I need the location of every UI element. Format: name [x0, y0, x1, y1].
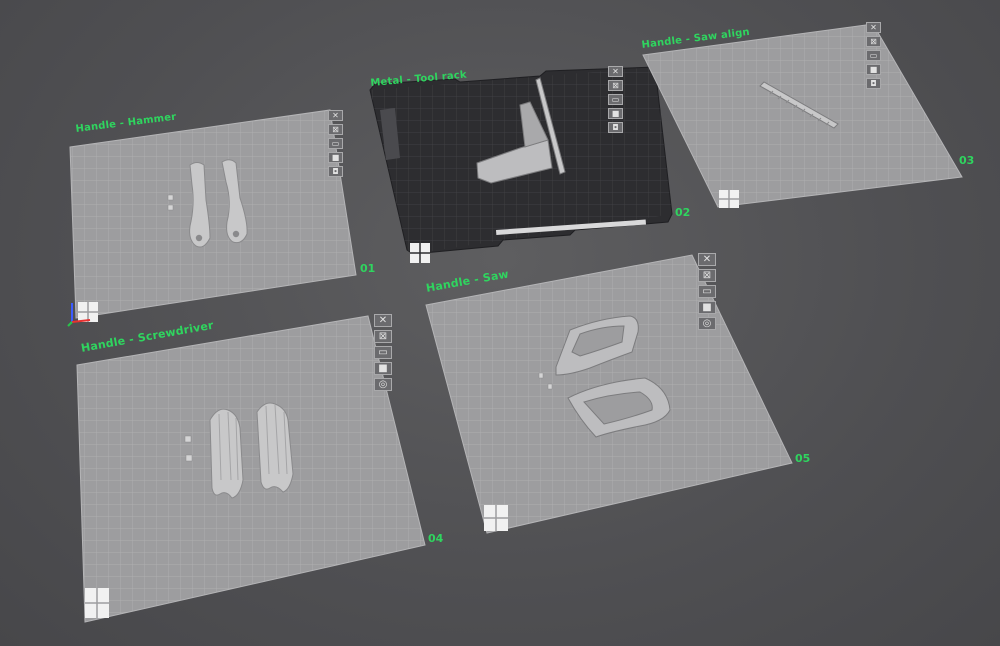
orient-icon: ▭ — [702, 285, 712, 297]
plate-settings-button[interactable]: ◎ — [698, 317, 716, 330]
settings-icon: ◘ — [612, 122, 619, 132]
plate-settings-button[interactable]: ◘ — [608, 122, 623, 133]
lock-plate-button[interactable]: ■ — [608, 108, 623, 119]
settings-icon: ◎ — [702, 317, 712, 329]
close-icon: ✕ — [378, 314, 388, 326]
lock-plate-button[interactable]: ■ — [328, 152, 343, 163]
logo-tile-03 — [719, 190, 739, 208]
plate-03[interactable] — [642, 23, 963, 208]
plate-toolbar-04: ✕ ⊠ ▭ ■ ◎ — [374, 314, 392, 391]
plate-04[interactable] — [76, 315, 426, 623]
settings-icon: ◘ — [870, 78, 877, 88]
orient-icon: ▭ — [331, 138, 340, 148]
arrange-plate-button[interactable]: ⊠ — [608, 80, 623, 91]
orient-plate-button[interactable]: ▭ — [698, 285, 716, 298]
arrange-plate-button[interactable]: ⊠ — [698, 269, 716, 282]
arrange-icon: ⊠ — [332, 124, 339, 134]
orient-plate-button[interactable]: ▭ — [374, 346, 392, 359]
lock-plate-button[interactable]: ■ — [374, 362, 392, 375]
lock-plate-button[interactable]: ■ — [698, 301, 716, 314]
plate-number-03: 03 — [959, 154, 975, 167]
plate-settings-button[interactable]: ◎ — [374, 378, 392, 391]
model-small-part[interactable] — [184, 435, 192, 443]
orient-icon: ▭ — [869, 50, 878, 60]
lock-icon: ■ — [378, 362, 388, 374]
model-small-part[interactable] — [547, 383, 553, 390]
lock-plate-button[interactable]: ■ — [866, 64, 881, 75]
plate-toolbar-02: ✕ ⊠ ▭ ■ ◘ — [608, 66, 623, 133]
plate-number-04: 04 — [428, 532, 444, 545]
orient-plate-button[interactable]: ▭ — [608, 94, 623, 105]
logo-tile-01 — [78, 302, 98, 322]
plate-number-01: 01 — [360, 262, 376, 275]
plate-settings-button[interactable]: ◘ — [328, 166, 343, 177]
arrange-plate-button[interactable]: ⊠ — [374, 330, 392, 343]
orient-plate-button[interactable]: ▭ — [866, 50, 881, 61]
plate-number-02: 02 — [675, 206, 691, 219]
logo-tile-05 — [484, 505, 508, 531]
orient-icon: ▭ — [378, 346, 388, 358]
plate-toolbar-03: ✕ ⊠ ▭ ■ ◘ — [866, 22, 881, 89]
arrange-icon: ⊠ — [870, 36, 877, 46]
close-plate-button[interactable]: ✕ — [866, 22, 881, 33]
model-small-part[interactable] — [167, 204, 174, 211]
plate-05[interactable] — [425, 254, 793, 534]
3d-viewport[interactable] — [0, 0, 1000, 646]
arrange-icon: ⊠ — [612, 80, 619, 90]
arrange-plate-button[interactable]: ⊠ — [866, 36, 881, 47]
plate-01[interactable] — [67, 109, 357, 327]
plate-toolbar-01: ✕ ⊠ ▭ ■ ◘ — [328, 110, 343, 177]
plate-number-05: 05 — [795, 452, 811, 465]
close-plate-button[interactable]: ✕ — [608, 66, 623, 77]
lock-icon: ■ — [331, 152, 340, 162]
settings-icon: ◎ — [378, 378, 388, 390]
lock-icon: ■ — [611, 108, 620, 118]
logo-tile-02 — [410, 243, 430, 263]
model-small-part[interactable] — [538, 372, 544, 379]
close-plate-button[interactable]: ✕ — [374, 314, 392, 327]
settings-icon: ◘ — [332, 166, 339, 176]
orient-icon: ▭ — [611, 94, 620, 104]
logo-tile-04 — [85, 588, 109, 618]
close-plate-button[interactable]: ✕ — [698, 253, 716, 266]
lock-icon: ■ — [702, 301, 712, 313]
arrange-icon: ⊠ — [702, 269, 712, 281]
plate-02[interactable] — [369, 66, 673, 263]
plate-settings-button[interactable]: ◘ — [866, 78, 881, 89]
close-icon: ✕ — [702, 253, 712, 265]
close-icon: ✕ — [870, 22, 877, 32]
close-icon: ✕ — [612, 66, 619, 76]
arrange-icon: ⊠ — [378, 330, 388, 342]
close-plate-button[interactable]: ✕ — [328, 110, 343, 121]
arrange-plate-button[interactable]: ⊠ — [328, 124, 343, 135]
model-screwdriver-handle-b[interactable] — [256, 402, 294, 493]
plate-toolbar-05: ✕ ⊠ ▭ ■ ◎ — [698, 253, 716, 330]
model-screwdriver-handle-a[interactable] — [209, 408, 244, 499]
close-icon: ✕ — [332, 110, 339, 120]
orient-plate-button[interactable]: ▭ — [328, 138, 343, 149]
lock-icon: ■ — [869, 64, 878, 74]
model-small-part[interactable] — [185, 454, 193, 462]
model-small-part[interactable] — [167, 194, 174, 201]
